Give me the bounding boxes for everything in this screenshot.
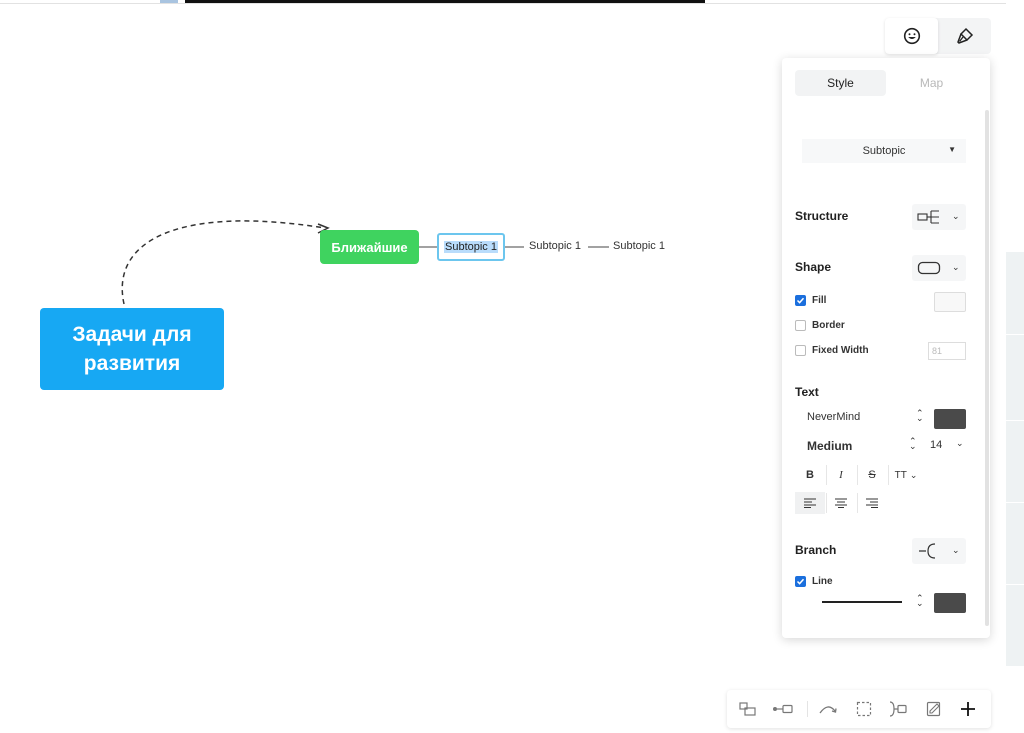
fill-checkbox-row[interactable]: Fill — [795, 295, 826, 306]
border-label: Border — [812, 320, 845, 331]
up-down-arrows-icon: ⌃ ⌄ — [909, 436, 917, 451]
up-down-arrows-icon: ⌃ ⌄ — [916, 593, 924, 608]
add-floating-topic-icon[interactable] — [738, 699, 758, 719]
main-topic-node[interactable]: Ближайшие — [320, 230, 419, 264]
subtopic-node[interactable]: Subtopic 1 — [529, 240, 581, 252]
text-case-label: TT — [894, 469, 907, 481]
panel-scrollbar[interactable] — [985, 110, 989, 626]
structure-logic-right-icon — [917, 210, 939, 224]
add-icon[interactable] — [958, 699, 978, 719]
border-checkbox-row[interactable]: Border — [795, 320, 845, 331]
tab-style[interactable]: Style — [795, 70, 886, 96]
border-checkbox[interactable] — [795, 320, 806, 331]
subtopic-node[interactable]: Subtopic 1 — [613, 240, 665, 252]
paint-brush-icon — [956, 27, 973, 44]
line-color-swatch[interactable] — [934, 593, 966, 613]
tab-emoji[interactable] — [885, 18, 938, 54]
shape-dropdown[interactable]: ⌄ — [912, 255, 966, 281]
font-family-select[interactable]: NeverMind — [807, 411, 860, 423]
panel-tabs: Style Map — [795, 70, 977, 96]
smiley-face-icon — [903, 27, 920, 45]
selected-subtopic-node[interactable]: Subtopic 1 — [437, 233, 505, 261]
italic-button[interactable]: I — [826, 464, 856, 486]
summary-icon[interactable] — [888, 699, 908, 719]
text-color-swatch[interactable] — [934, 409, 966, 429]
rounded-rectangle-icon — [917, 261, 941, 275]
note-icon[interactable] — [924, 699, 944, 719]
boundary-icon[interactable] — [854, 699, 874, 719]
structure-dropdown[interactable]: ⌄ — [912, 204, 966, 230]
line-checkbox-row[interactable]: Line — [795, 576, 833, 587]
up-down-arrows-icon: ⌃ ⌄ — [916, 408, 924, 423]
branch-heading: Branch — [795, 543, 837, 557]
checkmark-icon — [796, 578, 805, 585]
font-weight-select[interactable]: Medium — [807, 439, 852, 453]
text-case-button[interactable]: TT ⌄ — [888, 464, 924, 486]
line-weight-select[interactable] — [822, 601, 902, 603]
chevron-down-icon: ⌄ — [956, 438, 964, 448]
branch-bracket-icon — [919, 543, 936, 559]
chevron-down-icon: ⌄ — [952, 211, 960, 221]
fill-color-swatch[interactable] — [934, 292, 966, 312]
font-size-select[interactable]: 14 — [930, 439, 942, 451]
divider — [807, 701, 808, 717]
format-panel: Style Map Subtopic ▼ Structure ⌄ Shape ⌄… — [782, 58, 990, 638]
sidebar-tab-switcher — [885, 18, 991, 54]
chevron-down-icon: ⌄ — [952, 262, 960, 272]
align-right-icon — [866, 498, 878, 508]
fixed-width-label: Fixed Width — [812, 345, 869, 356]
relationship-line — [121, 220, 326, 305]
central-topic-node[interactable]: Задачи для развития — [40, 308, 224, 390]
dropdown-caret-icon: ▼ — [948, 145, 956, 154]
chevron-down-icon: ⌄ — [952, 545, 960, 555]
chevron-down-icon: ⌄ — [909, 469, 918, 480]
tab-map[interactable]: Map — [886, 70, 977, 96]
relationship-curve-icon[interactable] — [818, 699, 838, 719]
add-relationship-topic-icon[interactable] — [771, 699, 795, 719]
align-right-button[interactable] — [857, 492, 887, 514]
structure-heading: Structure — [795, 209, 849, 223]
bottom-toolbar — [727, 690, 991, 728]
branch-style-dropdown[interactable]: ⌄ — [912, 538, 966, 564]
fill-label: Fill — [812, 295, 827, 306]
fixed-width-checkbox-row[interactable]: Fixed Width — [795, 345, 869, 356]
topic-type-dropdown[interactable]: Subtopic ▼ — [802, 139, 966, 163]
tab-format[interactable] — [938, 18, 991, 54]
shape-heading: Shape — [795, 260, 832, 274]
line-checkbox[interactable] — [795, 576, 806, 587]
subtopic-label[interactable]: Subtopic 1 — [444, 241, 498, 253]
bold-button[interactable]: B — [795, 464, 825, 486]
topic-type-value: Subtopic — [862, 145, 906, 157]
fixed-width-input[interactable]: 81 — [928, 342, 966, 360]
fill-checkbox[interactable] — [795, 295, 806, 306]
line-label: Line — [812, 576, 833, 587]
align-center-icon — [835, 498, 847, 508]
text-heading: Text — [795, 385, 819, 399]
align-left-button[interactable] — [795, 492, 825, 514]
checkmark-icon — [796, 297, 805, 304]
align-left-icon — [804, 498, 816, 508]
fixed-width-checkbox[interactable] — [795, 345, 806, 356]
strikethrough-button[interactable]: S — [857, 464, 887, 486]
align-center-button[interactable] — [826, 492, 856, 514]
